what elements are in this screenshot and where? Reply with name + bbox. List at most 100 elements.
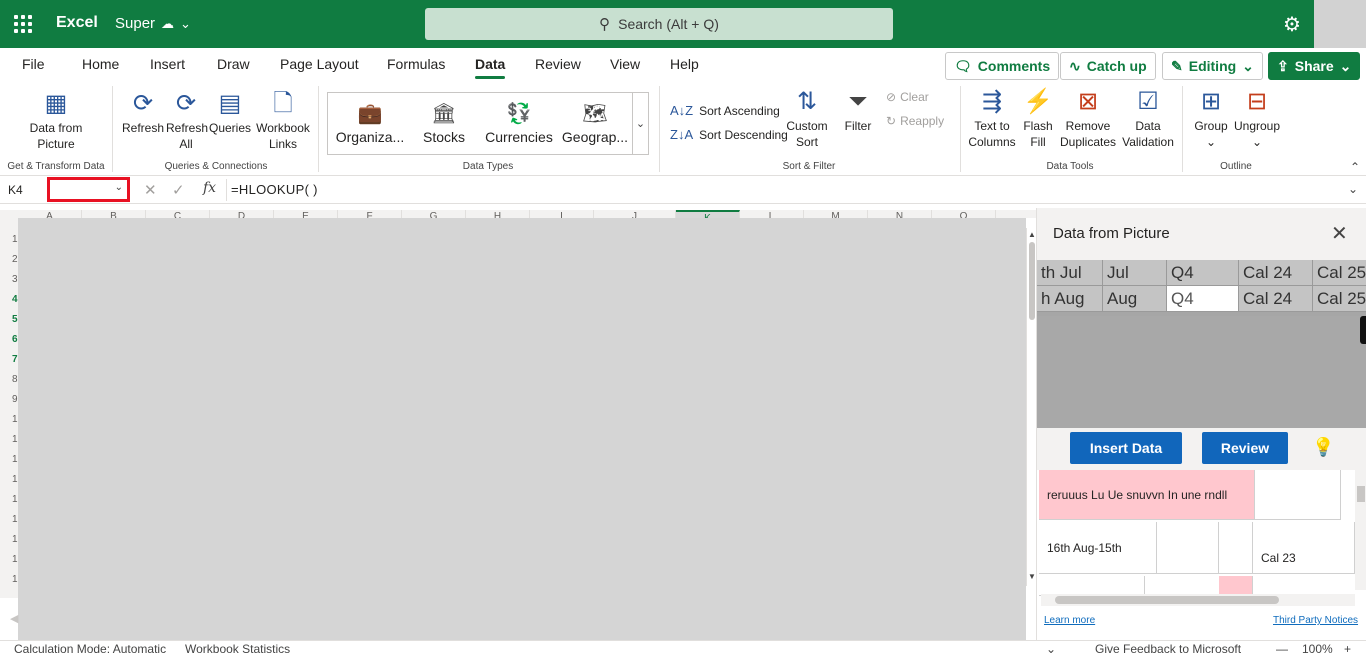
close-icon[interactable]: ✕ bbox=[1331, 221, 1348, 246]
data-type-organization[interactable]: 💼 Organiza... bbox=[332, 101, 408, 145]
custom-sort-button[interactable]: ⇅ Custom Sort bbox=[782, 88, 832, 150]
row-header[interactable]: 1 bbox=[0, 510, 18, 530]
row-header[interactable]: 7 bbox=[0, 350, 18, 370]
result-cell[interactable]: Cal 23 bbox=[1253, 522, 1355, 574]
column-header-a[interactable]: A bbox=[18, 210, 82, 218]
column-header-e[interactable]: E bbox=[274, 210, 338, 218]
scrollbar-thumb[interactable] bbox=[1357, 486, 1365, 502]
sort-ascending-button[interactable]: A↓Z Sort Ascending bbox=[670, 103, 780, 118]
column-header-c[interactable]: C bbox=[146, 210, 210, 218]
editing-mode-button[interactable]: ✎ Editing ⌄ bbox=[1162, 52, 1263, 80]
scroll-down-arrow-icon[interactable]: ▼ bbox=[1028, 572, 1036, 581]
app-name[interactable]: Excel bbox=[56, 14, 98, 32]
third-party-notices-link[interactable]: Third Party Notices bbox=[1273, 615, 1358, 626]
column-header-g[interactable]: G bbox=[402, 210, 466, 218]
row-header[interactable]: 3 bbox=[0, 270, 18, 290]
tab-data[interactable]: Data bbox=[475, 56, 506, 79]
result-cell[interactable] bbox=[1255, 470, 1341, 520]
row-header[interactable]: 1 bbox=[0, 530, 18, 550]
lightbulb-icon[interactable]: 💡 bbox=[1312, 437, 1334, 458]
text-to-columns-button[interactable]: ⇶ Text to Columns bbox=[966, 88, 1018, 150]
result-cell[interactable] bbox=[1219, 522, 1253, 574]
app-launcher-icon[interactable] bbox=[14, 15, 32, 33]
row-header[interactable]: 5 bbox=[0, 310, 18, 330]
data-type-currencies[interactable]: 💱 Currencies bbox=[484, 101, 554, 145]
row-header[interactable]: 6 bbox=[0, 330, 18, 350]
data-type-geography[interactable]: 🗺 Geograp... bbox=[560, 101, 630, 145]
learn-more-link[interactable]: Learn more bbox=[1044, 615, 1095, 626]
queries-button[interactable]: ▤ Queries bbox=[208, 90, 252, 136]
settings-gear-icon[interactable]: ⚙ bbox=[1283, 12, 1301, 37]
flash-fill-button[interactable]: ⚡ Flash Fill bbox=[1018, 88, 1058, 150]
search-box[interactable]: ⚲ Search (Alt + Q) bbox=[425, 8, 893, 40]
group-button[interactable]: ⊞ Group ⌄ bbox=[1190, 88, 1232, 150]
formula-input[interactable]: =HLOOKUP( ) bbox=[231, 182, 318, 197]
zoom-out-button[interactable]: — bbox=[1276, 642, 1288, 656]
row-header[interactable]: 1 bbox=[0, 470, 18, 490]
tab-view[interactable]: View bbox=[610, 56, 640, 72]
row-header[interactable]: 4 bbox=[0, 290, 18, 310]
insert-function-button[interactable]: fx bbox=[203, 180, 216, 196]
column-header-i[interactable]: I bbox=[530, 210, 594, 218]
filter-button[interactable]: ⏷ Filter bbox=[838, 88, 878, 134]
column-header-d[interactable]: D bbox=[210, 210, 274, 218]
tab-file[interactable]: File bbox=[22, 56, 45, 72]
result-cell[interactable] bbox=[1039, 576, 1145, 596]
name-box[interactable]: K4 bbox=[4, 180, 48, 201]
remove-duplicates-button[interactable]: ⊠ Remove Duplicates bbox=[1058, 88, 1118, 150]
results-vertical-scrollbar[interactable] bbox=[1355, 470, 1366, 590]
column-header-b[interactable]: B bbox=[82, 210, 146, 218]
row-header[interactable]: 1 bbox=[0, 410, 18, 430]
calculation-mode[interactable]: Calculation Mode: Automatic bbox=[14, 642, 166, 656]
column-header-n[interactable]: N bbox=[868, 210, 932, 218]
document-name[interactable]: Super ☁ ⌄ bbox=[115, 15, 191, 32]
workbook-links-button[interactable]: 🗋 Workbook Links bbox=[254, 90, 312, 152]
preview-cell-selected[interactable]: Q4 bbox=[1167, 286, 1239, 312]
scrollbar-thumb[interactable] bbox=[1055, 596, 1279, 604]
data-from-picture-button[interactable]: ▦ Data from Picture bbox=[22, 90, 90, 152]
refresh-button[interactable]: ⟳ Refresh bbox=[122, 90, 164, 136]
column-header-j[interactable]: J bbox=[594, 210, 676, 218]
row-header[interactable]: 8 bbox=[0, 370, 18, 390]
sheet-scroll-left-icon[interactable]: ◀ bbox=[10, 612, 18, 625]
row-header[interactable]: 9 bbox=[0, 390, 18, 410]
result-cell[interactable]: 16th Aug-15th bbox=[1039, 522, 1157, 574]
insert-data-button[interactable]: Insert Data bbox=[1070, 432, 1182, 464]
column-header-f[interactable]: F bbox=[338, 210, 402, 218]
data-type-stocks[interactable]: 🏛 Stocks bbox=[414, 101, 474, 145]
column-header-h[interactable]: H bbox=[466, 210, 530, 218]
result-cell-error[interactable]: reruuus Lu Ue snuvvn In une rndll bbox=[1039, 470, 1255, 520]
panel-edge-handle[interactable] bbox=[1360, 316, 1366, 344]
cancel-formula-icon[interactable]: ✕ bbox=[144, 181, 157, 199]
ungroup-button[interactable]: ⊟ Ungroup ⌄ bbox=[1232, 88, 1282, 150]
tab-draw[interactable]: Draw bbox=[217, 56, 250, 72]
name-box-dropdown[interactable]: ⌄ bbox=[47, 177, 130, 202]
column-header-l[interactable]: L bbox=[740, 210, 804, 218]
scroll-up-arrow-icon[interactable]: ▲ bbox=[1028, 230, 1036, 239]
confirm-formula-icon[interactable]: ✓ bbox=[172, 181, 185, 199]
tab-page-layout[interactable]: Page Layout bbox=[280, 56, 359, 72]
sort-descending-button[interactable]: Z↓A Sort Descending bbox=[670, 127, 788, 142]
refresh-all-button[interactable]: ⟳ Refresh All bbox=[166, 90, 208, 152]
worksheet-cells-overlay[interactable] bbox=[18, 218, 1026, 640]
zoom-in-button[interactable]: + bbox=[1344, 642, 1351, 656]
expand-formula-chevron-down-icon[interactable]: ⌄ bbox=[1348, 182, 1358, 196]
tab-insert[interactable]: Insert bbox=[150, 56, 185, 72]
comments-button[interactable]: 🗨 Comments bbox=[945, 52, 1060, 80]
tab-review[interactable]: Review bbox=[535, 56, 581, 72]
status-chevron-down-icon[interactable]: ⌄ bbox=[1046, 642, 1056, 656]
results-horizontal-scrollbar[interactable] bbox=[1041, 594, 1355, 606]
data-validation-button[interactable]: ☑ Data Validation bbox=[1118, 88, 1178, 150]
share-button[interactable]: ⇪ Share ⌄ bbox=[1268, 52, 1361, 80]
result-cell-error[interactable] bbox=[1219, 576, 1253, 596]
scrollbar-thumb[interactable] bbox=[1029, 242, 1035, 320]
data-types-more-chevron-icon[interactable]: ⌄ bbox=[632, 93, 648, 154]
catch-up-button[interactable]: ∿ Catch up bbox=[1060, 52, 1156, 80]
review-button[interactable]: Review bbox=[1202, 432, 1288, 464]
row-header[interactable]: 1 bbox=[0, 430, 18, 450]
row-header[interactable]: 1 bbox=[0, 450, 18, 470]
row-header[interactable]: 1 bbox=[0, 550, 18, 570]
row-header[interactable]: 1 bbox=[0, 490, 18, 510]
row-header[interactable]: 1 bbox=[0, 570, 18, 590]
row-header[interactable]: 2 bbox=[0, 250, 18, 270]
